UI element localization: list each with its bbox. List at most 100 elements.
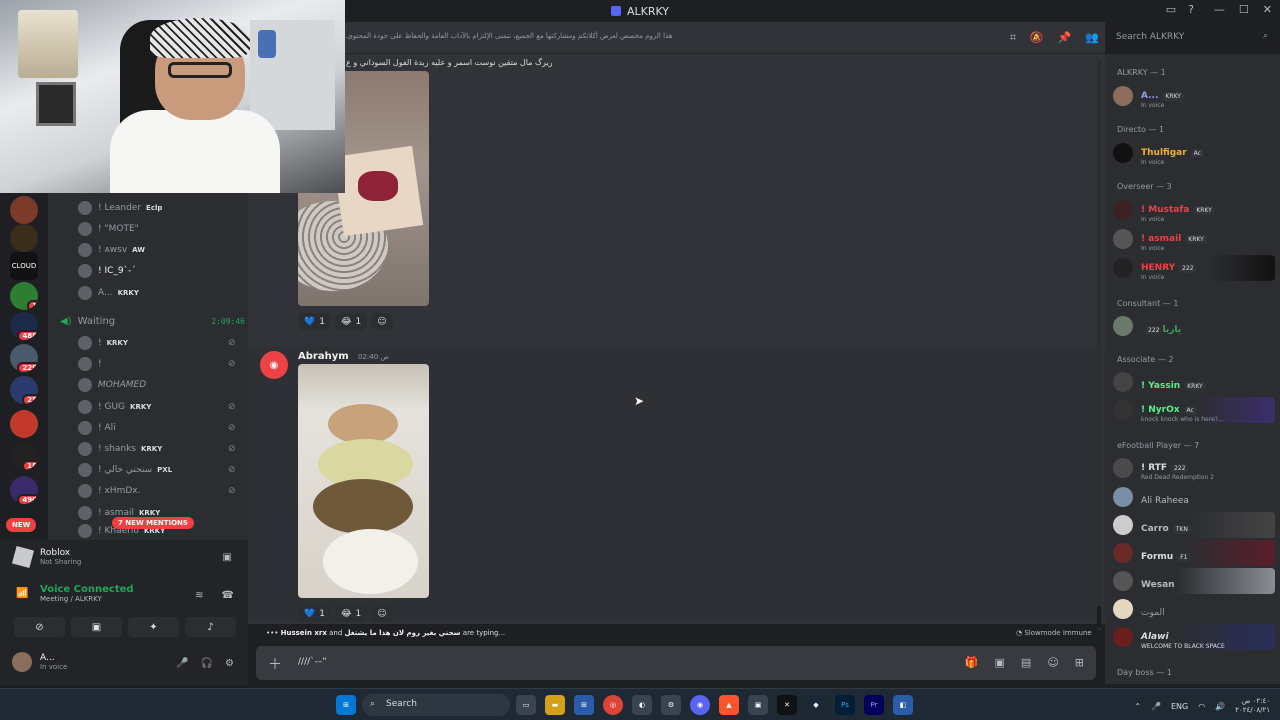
microphone-tray-icon[interactable]: 🎤 (1151, 702, 1161, 711)
mute-channel-icon[interactable]: 🔕 (1030, 31, 1044, 45)
store-icon[interactable]: ⊞ (574, 695, 594, 715)
new-mentions-pill[interactable]: 7 NEW MENTIONS (112, 517, 194, 529)
apps-icon[interactable]: ⊞ (1075, 656, 1084, 669)
voice-connection[interactable]: 📶 Voice Connected Meeting / ALKRKY (16, 584, 134, 603)
server-icon[interactable]: 1 (10, 282, 38, 310)
minimize-button[interactable]: — (1214, 3, 1225, 16)
food-table-image-attachment[interactable] (298, 364, 429, 598)
gif-icon[interactable]: ▣ (995, 656, 1005, 669)
voice-member[interactable]: ! ᴀᴡꜱᴠ AW (78, 240, 145, 260)
add-reaction-button[interactable]: ☺ (371, 605, 393, 622)
member-item[interactable]: ! RTF 222 Red Dead Redemption 2 (1113, 455, 1275, 481)
premiere-icon[interactable]: Pr (864, 695, 884, 715)
new-unreads-pill[interactable]: NEW (6, 518, 37, 532)
voice-member[interactable]: A... KRKY (78, 283, 139, 303)
brave-icon[interactable]: ▲ (719, 695, 739, 715)
server-icon[interactable] (10, 224, 38, 252)
help-icon[interactable]: ? (1188, 3, 1194, 16)
reaction-heart[interactable]: 💙 1 (298, 605, 331, 622)
gift-icon[interactable]: 🎁 (965, 656, 979, 669)
member-item[interactable]: ! asmail KRKY In voice (1113, 226, 1275, 252)
voice-member[interactable]: ! Leander Eclp (78, 198, 162, 218)
taskbar-clock[interactable]: ٠٢:٤٠ ص ٢٠٢٤/٠٨/٢١ (1235, 697, 1270, 715)
server-icon[interactable]: 25 (10, 376, 38, 404)
close-button[interactable]: ✕ (1263, 3, 1272, 16)
sticker-icon[interactable]: ▤ (1021, 656, 1031, 669)
add-reaction-button[interactable]: ☺ (371, 313, 393, 330)
server-icon[interactable]: CLOUD (10, 252, 38, 280)
app-icon[interactable]: ▣ (748, 695, 768, 715)
input-language[interactable]: ENG (1171, 702, 1188, 711)
voice-member[interactable]: ! GUG KRKY ⊘ (78, 397, 236, 417)
volume-icon[interactable]: 🔊 (1215, 702, 1225, 711)
app-icon[interactable]: ◧ (893, 695, 913, 715)
voice-member[interactable]: ! سنحني خالي PXL ⊘ (78, 460, 236, 480)
steam-client-icon[interactable]: ◆ (806, 695, 826, 715)
member-item[interactable]: ! NyrOx Ac knock knock who is here?... (1113, 397, 1275, 423)
server-icon[interactable]: 229 (10, 344, 38, 372)
emoji-icon[interactable]: ☺ (1047, 656, 1058, 669)
member-item[interactable]: HENRY 222 In voice (1113, 255, 1275, 281)
screen-share-button[interactable]: ▣ (71, 617, 122, 637)
chat-scrollbar-thumb[interactable] (1097, 606, 1101, 628)
voice-channel-waiting[interactable]: ◀) Waiting 2:09:46 (60, 312, 245, 330)
member-item[interactable]: Thulfigar Ac In voice (1113, 140, 1275, 166)
discord-taskbar-icon[interactable]: ◉ (690, 695, 710, 715)
capcut-icon[interactable]: ✕ (777, 695, 797, 715)
server-icon[interactable]: 490 (10, 476, 38, 504)
task-view-icon[interactable]: ▭ (516, 695, 536, 715)
inbox-icon[interactable]: ▭ (1166, 3, 1176, 16)
soundboard-button[interactable]: ♪ (185, 617, 236, 637)
camera-off-button[interactable]: ⊘ (14, 617, 65, 637)
upload-plus-icon[interactable]: ＋ (268, 654, 282, 674)
activity-roblox[interactable]: Roblox Not Sharing (11, 545, 81, 569)
member-item[interactable]: ! Mustafa KRKY In voice (1113, 197, 1275, 223)
member-item[interactable]: Formu F1 (1113, 540, 1275, 566)
reaction-heart[interactable]: 💙 1 (298, 313, 331, 330)
chrome-icon[interactable]: ◎ (603, 695, 623, 715)
current-user[interactable]: A... In voice (12, 652, 67, 672)
activities-button[interactable]: ✦ (128, 617, 179, 637)
author-avatar[interactable]: ◉ (260, 351, 288, 379)
file-explorer-icon[interactable]: ▬ (545, 695, 565, 715)
voice-member[interactable]: ! "MOTE" (78, 219, 139, 239)
reaction-laugh[interactable]: 😂 1 (334, 605, 368, 622)
member-item[interactable]: Alawi WELCOME TO BLACK SPACE (1113, 624, 1275, 650)
search-input[interactable]: Search ALKRKY ⌕ (1110, 27, 1274, 48)
member-item[interactable]: Ali Raheea (1113, 484, 1275, 510)
maximize-button[interactable]: ☐ (1239, 3, 1249, 16)
obs-icon[interactable]: ◐ (632, 695, 652, 715)
voice-member[interactable]: MOHAMED (78, 375, 146, 395)
member-item[interactable]: ياريا222 (1113, 313, 1275, 339)
noise-suppression-icon[interactable]: ≋ (195, 590, 203, 601)
member-list-icon[interactable]: 👥 (1085, 31, 1099, 45)
message-input[interactable]: ////`-–" (298, 657, 327, 667)
reaction-laugh[interactable]: 😂 1 (334, 313, 368, 330)
member-item[interactable]: الموت (1113, 596, 1275, 622)
member-item[interactable]: Wesan (1113, 568, 1275, 594)
headphones-icon[interactable]: 🎧 (201, 658, 213, 669)
member-item[interactable]: ! Yassin KRKY (1113, 369, 1275, 395)
member-item[interactable]: A... KRKY In voice (1113, 83, 1275, 109)
voice-member[interactable]: ! shanks KRKY ⊘ (78, 439, 236, 459)
disconnect-icon[interactable]: ☎ (222, 590, 234, 601)
member-item[interactable]: Carro TKN (1113, 512, 1275, 538)
server-icon[interactable] (10, 410, 38, 438)
microphone-icon[interactable]: 🎤 (176, 658, 188, 669)
voice-member[interactable]: ! xHmDx. ⊘ (78, 481, 236, 501)
network-icon[interactable]: ◠ (1198, 702, 1205, 711)
settings-gear-icon[interactable]: ⚙ (225, 658, 234, 669)
server-icon[interactable]: 18 (10, 442, 38, 470)
voice-member[interactable]: ! KRKY ⊘ (78, 333, 236, 353)
photoshop-icon[interactable]: Ps (835, 695, 855, 715)
chat-scrollbar-track[interactable] (1097, 60, 1101, 630)
server-icon[interactable]: 488 (10, 312, 38, 340)
taskbar-search[interactable]: ⌕ Search (362, 694, 510, 716)
voice-member[interactable]: ! Ali ⊘ (78, 418, 236, 438)
channel-topic[interactable]: .هذا الروم مخصص لعرض أكلاتكم ومشاركتها م… (345, 32, 672, 40)
pinned-messages-icon[interactable]: 📌 (1058, 31, 1072, 45)
threads-icon[interactable]: ⌗ (1010, 31, 1016, 45)
message-author[interactable]: Abrahym (298, 351, 349, 362)
windows-start-icon[interactable]: ⊞ (336, 695, 356, 715)
voice-member[interactable]: ! ⊘ (78, 354, 236, 374)
